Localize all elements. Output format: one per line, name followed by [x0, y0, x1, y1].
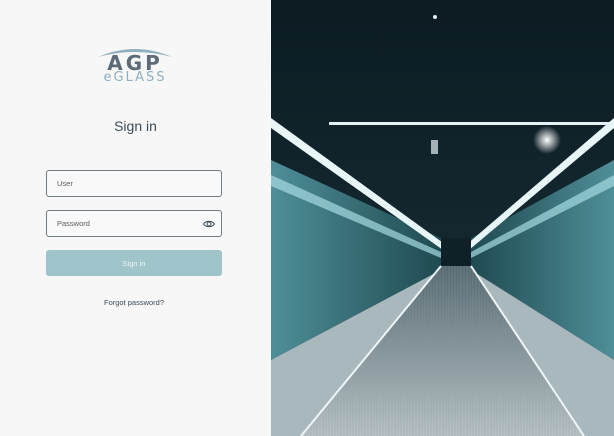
password-field[interactable] — [46, 210, 222, 237]
user-field[interactable] — [46, 170, 222, 197]
hero-image — [271, 0, 614, 436]
forgot-password-link[interactable]: Forgot password? — [0, 298, 268, 307]
agp-eglass-logo: AGP eGLASS — [94, 45, 176, 87]
user-input[interactable] — [57, 171, 197, 196]
password-input[interactable] — [57, 211, 197, 236]
page-title: Sign in — [114, 118, 157, 134]
eye-icon[interactable] — [203, 218, 215, 230]
sign-in-button[interactable]: Sign in — [46, 250, 222, 276]
login-panel: AGP eGLASS Sign in Sign in Forgot passwo… — [0, 0, 271, 436]
logo-product-text: eGLASS — [103, 70, 167, 85]
moving-walkway-photo — [271, 0, 614, 436]
